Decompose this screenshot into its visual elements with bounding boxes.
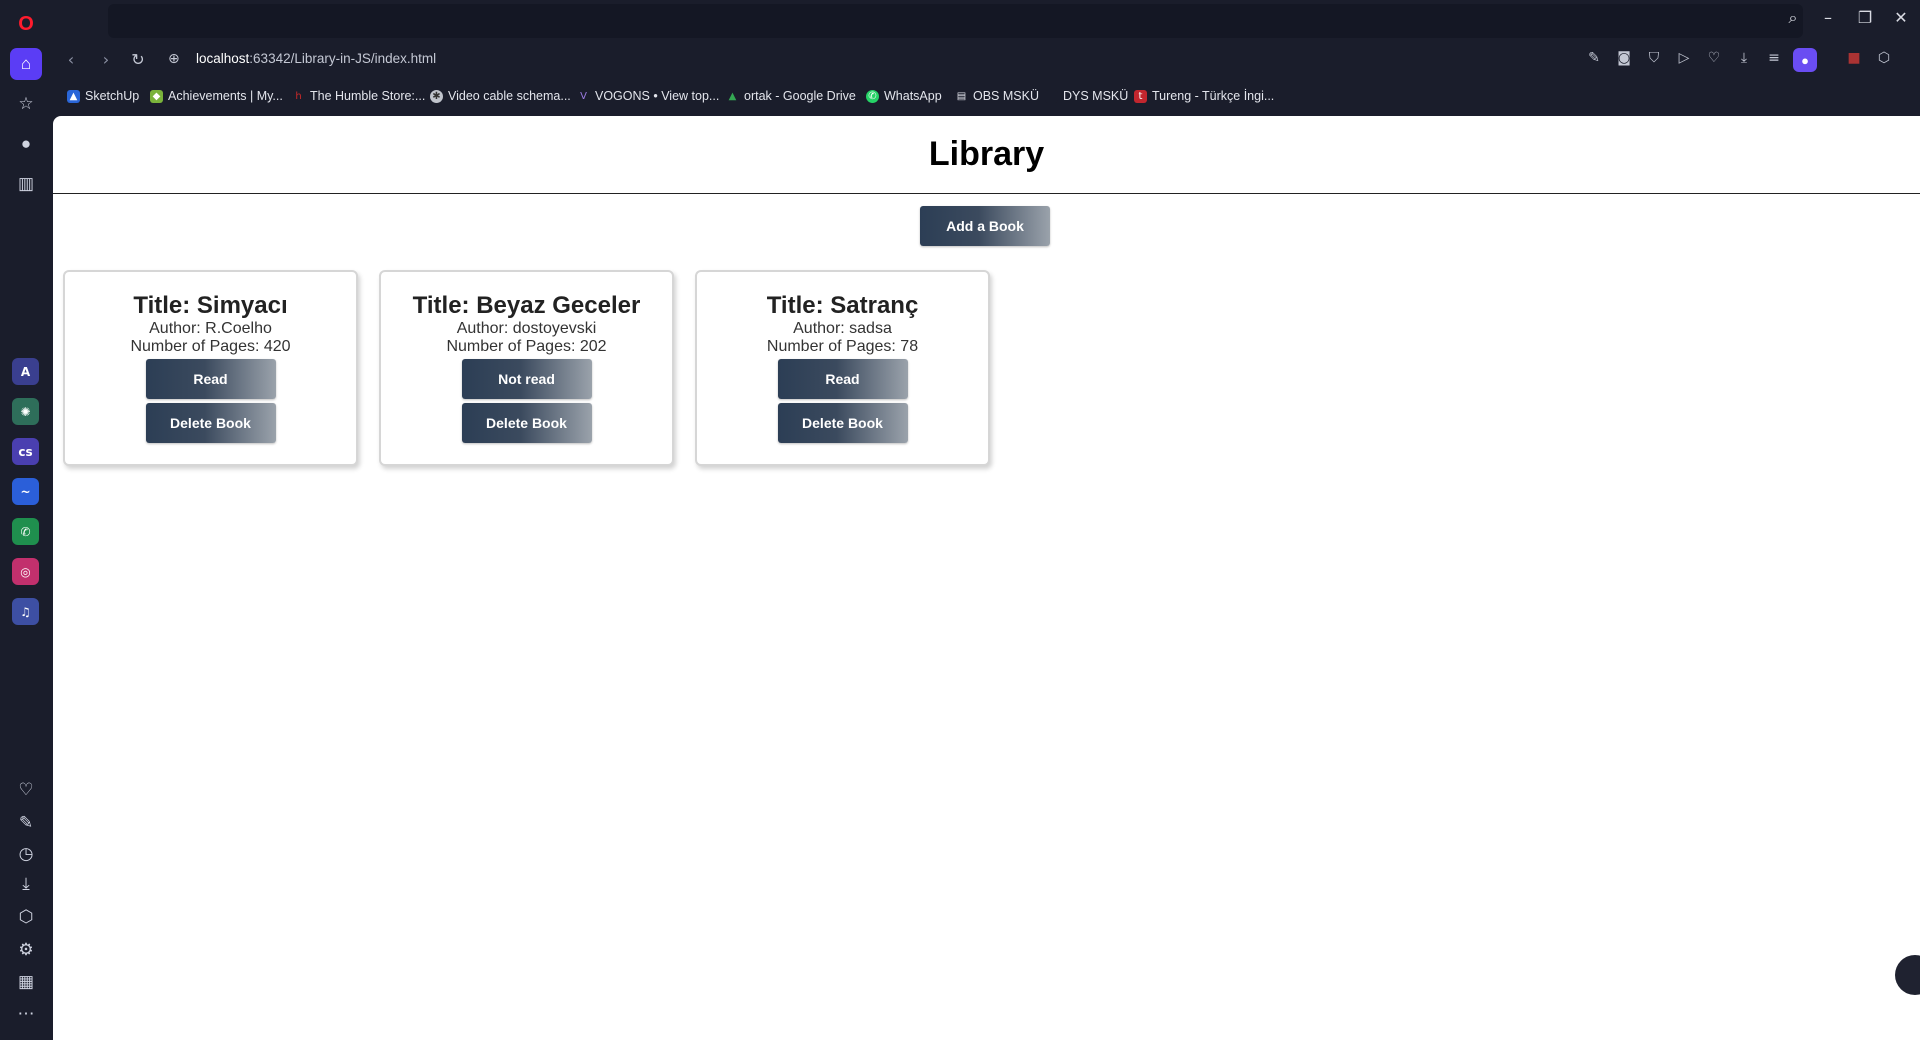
pinned-star-icon[interactable]: ☆	[10, 88, 42, 120]
url-host: localhost	[196, 51, 250, 66]
book-author: Author: R.Coelho	[149, 320, 272, 337]
whatsapp-icon[interactable]: ✆	[12, 518, 39, 545]
bookmark-obs[interactable]: ▤ OBS MSKÜ	[955, 89, 1039, 103]
easy-setup-icon[interactable]: ≡	[1763, 50, 1785, 66]
bookmark-label: OBS MSKÜ	[973, 89, 1039, 103]
delete-book-button[interactable]: Delete Book	[461, 403, 592, 443]
extensions-cube-icon[interactable]: ⬡	[10, 901, 42, 933]
history-icon[interactable]: ◷	[10, 838, 42, 870]
cable-icon: ✱	[430, 89, 443, 103]
address-input[interactable]: localhost:63342/Library-in-JS/index.html	[196, 51, 436, 66]
reload-icon[interactable]: ↻	[126, 50, 150, 69]
bookmark-label: DYS MSKÜ	[1063, 89, 1129, 103]
title-bar	[53, 0, 1920, 40]
bookmark-achievements[interactable]: ◆ Achievements | My...	[150, 89, 283, 103]
book-title: Title: Simyacı	[133, 292, 288, 319]
delete-book-button[interactable]: Delete Book	[777, 403, 908, 443]
bookmark-dys[interactable]: DYS MSKÜ	[1045, 89, 1128, 103]
book-card: Title: Beyaz Geceler Author: dostoyevski…	[379, 270, 674, 466]
page-header: Library	[53, 116, 1920, 194]
close-icon[interactable]: ✕	[1886, 8, 1916, 27]
camera-icon[interactable]: ◙	[1613, 50, 1635, 66]
music-app-icon[interactable]: ♫	[12, 598, 39, 625]
cs-app-icon[interactable]: cs	[12, 438, 39, 465]
shield-icon[interactable]: ⛉	[1643, 50, 1665, 66]
reading-list-icon[interactable]: ▥	[10, 168, 42, 200]
bookmark-google-drive[interactable]: ▲ ortak - Google Drive	[726, 89, 856, 103]
bookmark-label: Video cable schema...	[448, 89, 571, 103]
read-status-button[interactable]: Read	[777, 359, 908, 399]
book-author: Author: sadsa	[793, 320, 892, 337]
book-pages: Number of Pages: 202	[446, 338, 607, 355]
chatgpt-icon[interactable]: ✺	[12, 398, 39, 425]
back-icon[interactable]: ‹	[59, 50, 83, 69]
book-title: Title: Beyaz Geceler	[412, 292, 641, 319]
profile-avatar-icon[interactable]: ●	[1793, 48, 1817, 72]
humble-icon: h	[292, 89, 305, 103]
book-title: Title: Satranç	[766, 292, 919, 319]
sketchup-icon: ▲	[67, 89, 80, 103]
heart-icon[interactable]: ♡	[10, 774, 42, 806]
whatsapp-icon: ✆	[866, 89, 879, 103]
bookmark-vogons[interactable]: V VOGONS • View top...	[577, 89, 719, 103]
wallet-icon[interactable]: ▦	[10, 966, 42, 998]
dys-icon	[1045, 89, 1058, 103]
download-icon[interactable]: ⤓	[1733, 50, 1755, 66]
home-icon[interactable]: ⌂	[10, 48, 42, 80]
delete-book-button[interactable]: Delete Book	[145, 403, 276, 443]
snapshot-edit-icon[interactable]: ✎	[1583, 50, 1605, 66]
bookmark-sketchup[interactable]: ▲ SketchUp	[67, 89, 139, 103]
bookmark-label: WhatsApp	[884, 89, 942, 103]
steam-achievement-icon: ◆	[150, 89, 163, 103]
vogons-icon: V	[577, 89, 590, 103]
bookmark-tureng[interactable]: t Tureng - Türkçe İngi...	[1134, 89, 1274, 103]
read-status-button[interactable]: Not read	[461, 359, 592, 399]
book-author: Author: dostoyevski	[456, 320, 597, 337]
instagram-icon[interactable]: ◎	[12, 558, 39, 585]
bookmark-label: ortak - Google Drive	[744, 89, 856, 103]
forward-icon[interactable]: ›	[94, 50, 118, 69]
messenger-icon[interactable]: ~	[12, 478, 39, 505]
tureng-icon: t	[1134, 89, 1147, 103]
site-info-icon[interactable]: ⊕	[168, 51, 180, 67]
extensions-icon[interactable]: ⬡	[1873, 50, 1895, 66]
add-book-button[interactable]: Add a Book	[920, 206, 1050, 246]
restore-icon[interactable]: ❐	[1850, 8, 1880, 27]
browser-sidebar: O ⌂ ☆ ● ▥ A ✺ cs ~ ✆ ◎ ♫ ♡ ✎ ◷ ⤓ ⬡ ⚙ ▦ ⋯	[0, 0, 53, 1040]
app-aria-icon[interactable]: A	[12, 358, 39, 385]
edit-icon[interactable]: ✎	[10, 807, 42, 839]
document-icon: ▤	[955, 89, 968, 103]
bookmark-whatsapp[interactable]: ✆ WhatsApp	[866, 89, 942, 103]
more-options-icon[interactable]: ⋯	[10, 998, 42, 1030]
aria-icon[interactable]: ●	[10, 128, 42, 160]
google-drive-icon: ▲	[726, 89, 739, 103]
downloads-icon[interactable]: ⤓	[10, 868, 42, 900]
search-icon[interactable]: ⌕	[1778, 8, 1808, 28]
minimize-icon[interactable]: –	[1813, 8, 1843, 27]
bookmark-label: The Humble Store:...	[310, 89, 426, 103]
settings-gear-icon[interactable]: ⚙	[10, 934, 42, 966]
book-card: Title: Satranç Author: sadsa Number of P…	[695, 270, 990, 466]
bookmark-label: SketchUp	[85, 89, 140, 103]
book-pages: Number of Pages: 78	[766, 338, 919, 355]
player-icon[interactable]: ▷	[1673, 50, 1695, 66]
favorites-heart-icon[interactable]: ♡	[1703, 50, 1725, 66]
url-path: :63342/Library-in-JS/index.html	[249, 51, 437, 66]
book-card: Title: Simyacı Author: R.Coelho Number o…	[63, 270, 358, 466]
web-page: Library Add a Book Title: Simyacı Author…	[53, 116, 1920, 1040]
book-pages: Number of Pages: 420	[130, 338, 291, 355]
read-status-button[interactable]: Read	[145, 359, 276, 399]
extension-cube-red-icon[interactable]: ■	[1843, 50, 1865, 66]
tab-strip[interactable]	[108, 4, 1803, 38]
opera-logo-icon[interactable]: O	[10, 8, 42, 40]
page-title: Library	[928, 135, 1045, 173]
bookmark-video-cable[interactable]: ✱ Video cable schema...	[430, 89, 571, 103]
bookmark-label: VOGONS • View top...	[595, 89, 720, 103]
bookmark-label: Tureng - Türkçe İngi...	[1152, 89, 1275, 103]
bookmark-humble[interactable]: h The Humble Store:...	[292, 89, 425, 103]
bookmark-label: Achievements | My...	[168, 89, 283, 103]
